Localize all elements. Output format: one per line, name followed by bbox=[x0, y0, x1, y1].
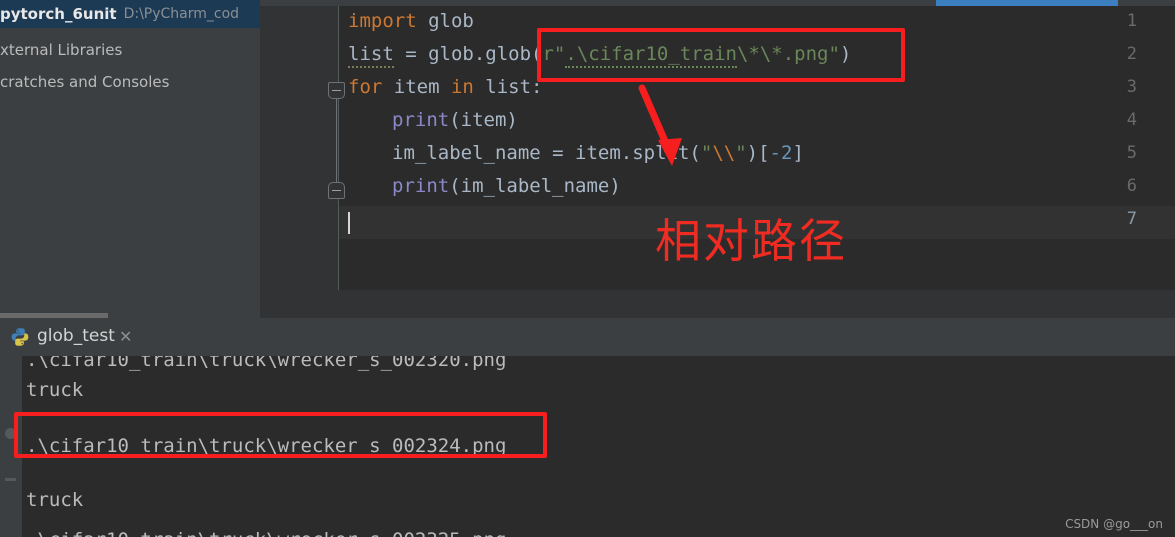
console-line: truck bbox=[26, 489, 84, 511]
console-line: .\cifar10_train\truck\wrecker_s_002320.p… bbox=[26, 356, 507, 371]
close-icon[interactable]: ✕ bbox=[119, 327, 132, 346]
code-fold-end-icon[interactable] bbox=[328, 182, 345, 199]
line-number: 4 bbox=[1126, 110, 1137, 130]
editor-gutter[interactable] bbox=[260, 6, 338, 318]
sidebar-item-scratches-and-consoles[interactable]: cratches and Consoles bbox=[0, 68, 260, 96]
line-number: 3 bbox=[1126, 77, 1137, 97]
gutter-separator bbox=[338, 6, 339, 318]
sidebar-item-path: D:\PyCharm_cod bbox=[123, 6, 240, 22]
line-number: 1 bbox=[1126, 11, 1137, 31]
project-tool-window: pytorch_6unit D:\PyCharm_cod xternal Lib… bbox=[0, 0, 260, 319]
line-number: 2 bbox=[1126, 44, 1137, 64]
console-gutter-icon[interactable] bbox=[5, 478, 16, 481]
code-fold-bar bbox=[336, 99, 337, 183]
sidebar-item-label: cratches and Consoles bbox=[0, 73, 170, 91]
text-caret bbox=[348, 212, 350, 234]
python-icon bbox=[11, 328, 29, 346]
annotation-box-code bbox=[537, 28, 905, 82]
console-line: truck bbox=[26, 379, 84, 401]
console-line: .\cifar10_train\truck\wrecker_s_002325.p… bbox=[26, 524, 506, 537]
watermark: CSDN @go___on bbox=[1065, 517, 1163, 531]
code-line-6[interactable]: print(im_label_name) bbox=[392, 170, 621, 203]
code-fold-open-icon[interactable] bbox=[328, 82, 345, 99]
annotation-chinese-note: 相对路径 bbox=[655, 214, 847, 268]
sidebar-item-external-libraries[interactable]: xternal Libraries bbox=[0, 36, 260, 64]
editor-bottom-strip bbox=[260, 290, 1175, 318]
code-line-4[interactable]: print(item) bbox=[392, 104, 518, 137]
code-line-3[interactable]: for item in list: bbox=[348, 71, 543, 104]
line-number: 5 bbox=[1126, 143, 1137, 163]
run-tab-label[interactable]: glob_test bbox=[37, 326, 115, 346]
code-line-5[interactable]: im_label_name = item.split("\\")[-2] bbox=[392, 137, 804, 170]
annotation-arrow-icon bbox=[638, 84, 682, 166]
sidebar-item-project[interactable]: pytorch_6unit D:\PyCharm_cod bbox=[0, 0, 260, 28]
annotation-box-output bbox=[14, 412, 547, 458]
sidebar-item-label: pytorch_6unit bbox=[0, 5, 117, 23]
pycharm-window: pytorch_6unit D:\PyCharm_cod xternal Lib… bbox=[0, 0, 1175, 537]
run-tab-bar: glob_test ✕ bbox=[0, 318, 1175, 356]
line-number-current: 7 bbox=[1126, 209, 1137, 229]
sidebar-item-label: xternal Libraries bbox=[0, 41, 123, 59]
code-line-1[interactable]: import glob bbox=[348, 5, 474, 38]
line-number: 6 bbox=[1126, 176, 1137, 196]
